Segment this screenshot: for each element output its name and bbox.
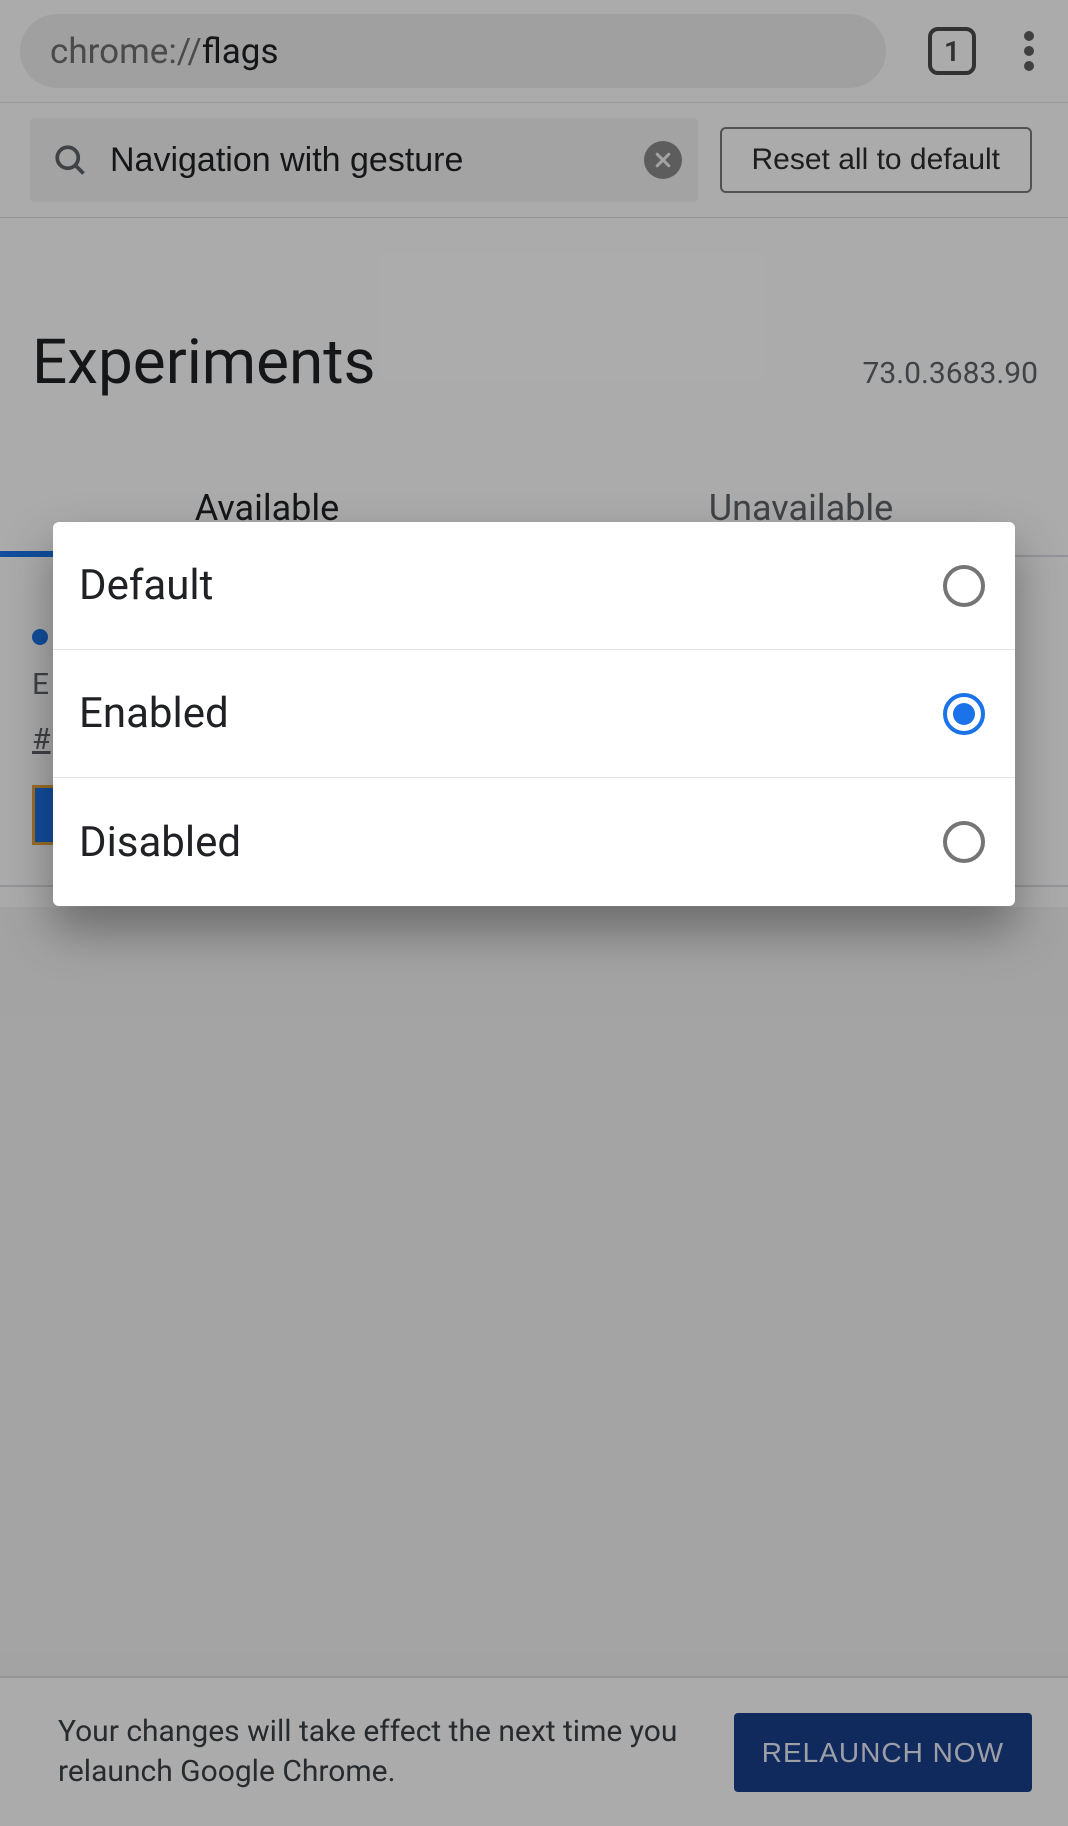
radio-selected-icon	[943, 693, 985, 735]
option-default[interactable]: Default	[53, 522, 1015, 650]
radio-icon	[943, 821, 985, 863]
modal-scrim[interactable]	[0, 0, 1068, 1826]
option-enabled[interactable]: Enabled	[53, 650, 1015, 778]
radio-icon	[943, 565, 985, 607]
flag-state-dialog: Default Enabled Disabled	[53, 522, 1015, 906]
option-label: Default	[79, 561, 213, 610]
option-disabled[interactable]: Disabled	[53, 778, 1015, 906]
option-label: Enabled	[79, 689, 229, 738]
option-label: Disabled	[79, 818, 241, 867]
